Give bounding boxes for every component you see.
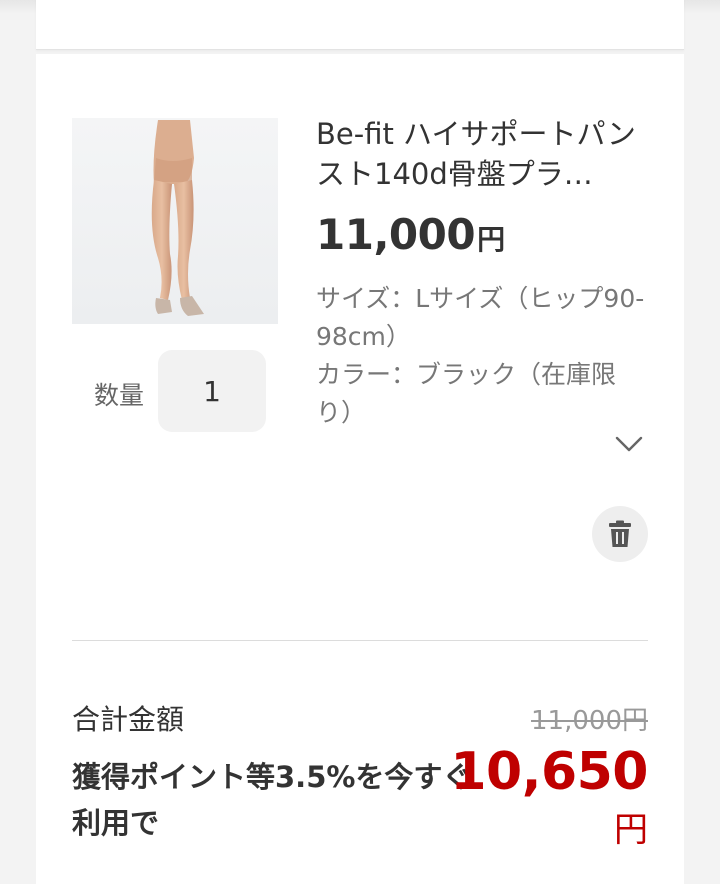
quantity-selector[interactable]: 1 (158, 350, 266, 432)
total-label: 合計金額 (72, 703, 185, 736)
quantity-value: 1 (203, 374, 221, 408)
divider (72, 640, 648, 641)
product-price-value: 11,000 (316, 210, 476, 259)
pantyhose-image-icon (151, 120, 204, 316)
product-title[interactable]: Be-fit ハイサポートパンスト140d骨盤プラ… (316, 114, 646, 194)
delete-button[interactable] (592, 506, 648, 562)
quantity-label: 数量 (94, 381, 145, 410)
product-image[interactable] (72, 118, 278, 324)
product-options: サイズ：Lサイズ（ヒップ90-98cm） カラー：ブラック（在庫限り） (316, 280, 646, 432)
final-price-value: 10,650 (450, 742, 648, 802)
product-price-currency: 円 (477, 223, 505, 256)
option-color: カラー：ブラック（在庫限り） (316, 360, 617, 427)
option-size: サイズ：Lサイズ（ヒップ90-98cm） (316, 284, 645, 351)
product-price: 11,000円 (316, 210, 505, 259)
trash-icon (609, 520, 631, 547)
previous-card (36, 0, 684, 50)
chevron-down-icon[interactable] (614, 434, 644, 454)
cart-item-card: 数量 1 Be-fit ハイサポートパンスト140d骨盤プラ… 11,000円 … (36, 54, 684, 884)
final-price: 10,650 円 (450, 738, 648, 854)
final-price-currency: 円 (614, 810, 648, 850)
promo-text: 獲得ポイント等3.5%を今すぐ利用で (72, 760, 472, 840)
original-price: 11,000円 (531, 706, 648, 736)
